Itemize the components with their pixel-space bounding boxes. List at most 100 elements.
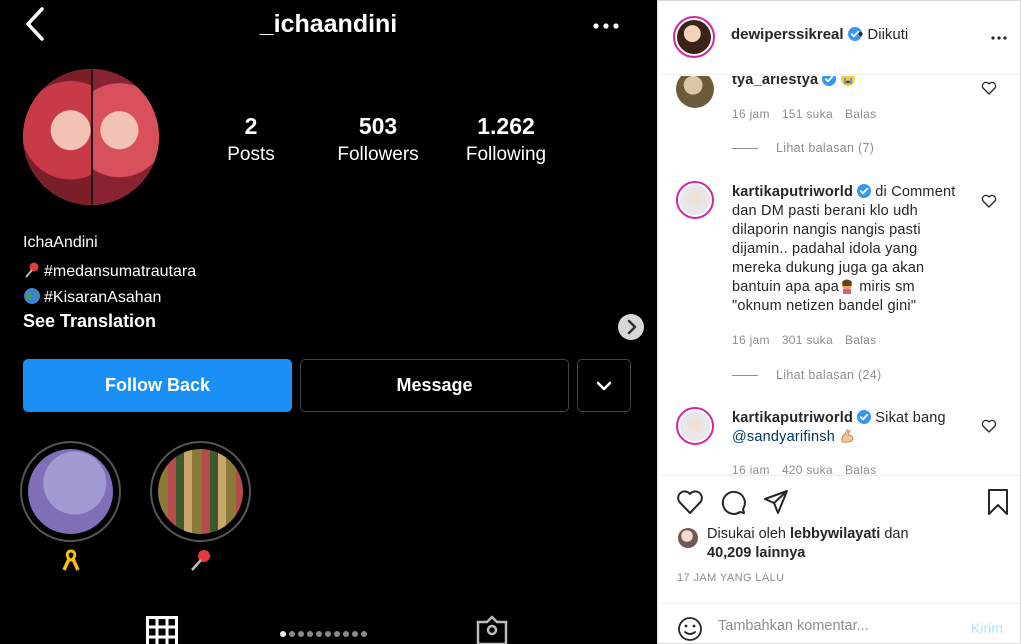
- like-comment-heart-icon[interactable]: [981, 419, 997, 433]
- add-comment-bar: Kirim: [658, 603, 1020, 644]
- profile-screenshot: _ichaandini 2 Posts 503 Followers 1.262 …: [0, 0, 657, 644]
- avatar[interactable]: [673, 16, 715, 58]
- share-icon[interactable]: [762, 488, 790, 516]
- avatar[interactable]: [678, 528, 698, 548]
- likes-prefix: Disukai oleh: [707, 526, 786, 542]
- post-timestamp[interactable]: 17 JAM YANG LALU: [677, 572, 784, 584]
- avatar[interactable]: [676, 181, 714, 219]
- pushpin-icon: [25, 262, 39, 278]
- comment-body: kartikaputriworld di Comment dan DM past…: [732, 183, 962, 316]
- comment-username[interactable]: kartikaputriworld: [732, 184, 853, 200]
- following-count: 1.262: [477, 113, 535, 139]
- woman-facepalming-icon: [842, 279, 853, 294]
- grid-icon[interactable]: [146, 616, 178, 644]
- followers-count: 503: [358, 113, 398, 139]
- followers-stat[interactable]: 503 Followers: [313, 113, 443, 166]
- see-translation-link[interactable]: See Translation: [23, 311, 156, 332]
- comment-likes[interactable]: 301 suka: [782, 333, 833, 347]
- followers-label: Followers: [337, 144, 419, 165]
- post-header: dewiperssikreal • Diikuti: [658, 1, 1020, 75]
- comment-mention[interactable]: @sandyarifinsh: [732, 429, 835, 445]
- post-actions: Disukai oleh lebbywilayati dan 40,209 la…: [658, 475, 1020, 644]
- carousel-next-button[interactable]: [618, 314, 644, 340]
- reply-button[interactable]: Balas: [845, 463, 877, 474]
- more-options-icon[interactable]: [591, 12, 621, 40]
- post-author-username[interactable]: dewiperssikreal: [731, 26, 844, 43]
- profile-username: _ichaandini: [259, 10, 398, 38]
- carousel-dot[interactable]: [334, 631, 340, 637]
- carousel-dot[interactable]: [289, 631, 295, 637]
- comment-time[interactable]: 16 jam: [732, 107, 770, 121]
- more-options-icon[interactable]: [991, 35, 1007, 41]
- verified-badge-icon: [857, 410, 872, 424]
- bio-hashtag[interactable]: #medansumatrautara: [44, 263, 196, 280]
- view-replies-label[interactable]: Lihat balasan (7): [776, 141, 874, 155]
- view-replies[interactable]: Lihat balasan (7): [732, 141, 874, 155]
- carousel-dot[interactable]: [352, 631, 358, 637]
- carousel-dot[interactable]: [316, 631, 322, 637]
- avatar[interactable]: [676, 407, 714, 445]
- tagged-photos-icon[interactable]: [475, 614, 509, 644]
- bookmark-icon[interactable]: [984, 488, 1012, 516]
- chevron-down-icon: [596, 381, 612, 390]
- comment-username[interactable]: kartikaputriworld: [732, 410, 853, 426]
- verified-badge-icon: [857, 184, 872, 198]
- reply-button[interactable]: Balas: [845, 333, 877, 347]
- carousel-dot[interactable]: [361, 631, 367, 637]
- bio-hashtag[interactable]: #KisaranAsahan: [44, 289, 161, 306]
- flexed-biceps-icon: [841, 429, 854, 443]
- profile-avatar[interactable]: [23, 69, 159, 205]
- carousel-dot[interactable]: [280, 631, 286, 637]
- posts-label: Posts: [227, 144, 275, 165]
- comment-meta: 16 jam 301 suka Balas: [732, 333, 888, 347]
- comment-likes[interactable]: 151 suka: [782, 107, 833, 121]
- bio-name: IchaAndini: [23, 234, 98, 251]
- bio-line: #KisaranAsahan: [23, 287, 161, 307]
- emoji-picker-icon[interactable]: [677, 616, 703, 642]
- heart-icon[interactable]: [676, 488, 704, 516]
- message-button[interactable]: Message: [300, 359, 569, 412]
- comment-text: Sikat bang: [875, 410, 946, 426]
- comment-username[interactable]: tya_ariestya: [732, 76, 818, 88]
- story-highlight[interactable]: [20, 441, 121, 542]
- verified-badge-icon: [822, 76, 837, 86]
- like-comment-heart-icon[interactable]: [981, 81, 997, 95]
- post-comment-button[interactable]: Kirim: [971, 620, 1003, 636]
- carousel-dot[interactable]: [307, 631, 313, 637]
- follow-back-button[interactable]: Follow Back: [23, 359, 292, 412]
- carousel-dot[interactable]: [298, 631, 304, 637]
- carousel-dot[interactable]: [325, 631, 331, 637]
- likes-middle: dan: [884, 526, 909, 542]
- post-author[interactable]: dewiperssikreal: [731, 26, 862, 43]
- likes-others[interactable]: 40,209 lainnya: [707, 545, 805, 561]
- like-comment-heart-icon[interactable]: [981, 194, 997, 208]
- posts-stat[interactable]: 2 Posts: [186, 113, 316, 166]
- pushpin-icon: [191, 550, 210, 571]
- comment-meta: 16 jam 420 suka Balas: [732, 463, 888, 474]
- carousel-dot[interactable]: [343, 631, 349, 637]
- story-highlight[interactable]: [150, 441, 251, 542]
- liker-username[interactable]: lebbywilayati: [790, 526, 880, 542]
- reply-button[interactable]: Balas: [845, 107, 877, 121]
- view-replies[interactable]: Lihat balasan (24): [732, 368, 881, 382]
- view-replies-label[interactable]: Lihat balasan (24): [776, 368, 881, 382]
- comment-likes[interactable]: 420 suka: [782, 463, 833, 474]
- comment-icon[interactable]: [719, 488, 747, 516]
- following-status[interactable]: • Diikuti: [858, 26, 908, 43]
- comment-input[interactable]: [718, 618, 958, 634]
- globe-icon: [24, 288, 40, 304]
- following-stat[interactable]: 1.262 Following: [441, 113, 571, 166]
- comment-meta: 16 jam 151 suka Balas: [732, 107, 888, 121]
- following-label: Following: [465, 144, 547, 165]
- chevron-right-icon: [627, 319, 637, 335]
- suggested-dropdown-button[interactable]: [577, 359, 631, 412]
- comment-body: tya_ariestya: [732, 76, 962, 90]
- comment-body: kartikaputriworld Sikat bang @sandyarifi…: [732, 409, 962, 447]
- comment-time[interactable]: 16 jam: [732, 333, 770, 347]
- crying-face-icon: [841, 76, 856, 86]
- comment-time[interactable]: 16 jam: [732, 463, 770, 474]
- likes-summary: Disukai oleh lebbywilayati dan 40,209 la…: [707, 525, 1007, 563]
- carousel-dots: [280, 631, 367, 641]
- comments-list[interactable]: tya_ariestya 16 jam 151 suka Balas Lihat b…: [658, 76, 1020, 474]
- avatar[interactable]: [676, 76, 714, 108]
